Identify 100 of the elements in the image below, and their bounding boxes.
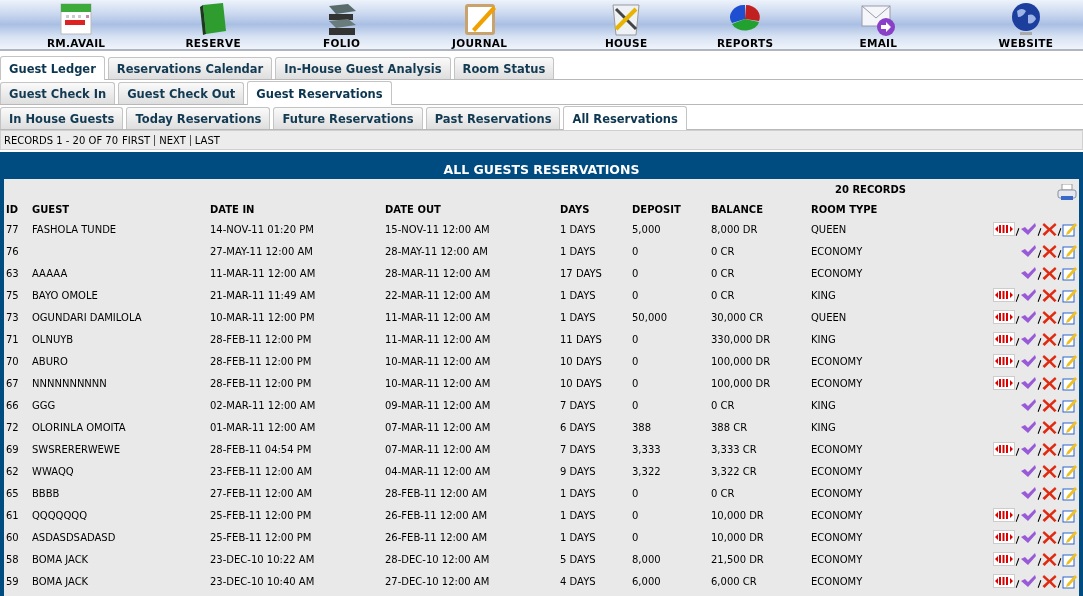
delete-icon[interactable] [1042, 287, 1057, 303]
exit-sign-icon[interactable] [993, 287, 1015, 303]
delete-icon[interactable] [1042, 221, 1057, 237]
pager-link[interactable]: LAST [194, 134, 220, 146]
tab[interactable]: Guest Check In [0, 82, 116, 104]
table-cell: 1 DAYS [560, 531, 596, 543]
delete-icon[interactable] [1042, 331, 1057, 347]
table-cell: 75 [6, 289, 19, 301]
table-cell: 14-NOV-11 01:20 PM [210, 223, 314, 235]
edit-icon[interactable] [1062, 551, 1077, 567]
exit-sign-icon[interactable] [993, 309, 1015, 325]
delete-icon[interactable] [1042, 243, 1057, 259]
tab[interactable]: Future Reservations [273, 107, 423, 129]
exit-sign-icon[interactable] [993, 353, 1015, 369]
toolbar-button[interactable]: FOLIO [323, 37, 361, 49]
table-cell: 3,333 CR [711, 443, 757, 455]
edit-icon[interactable] [1062, 441, 1077, 457]
delete-icon[interactable] [1042, 441, 1057, 457]
table-cell: 28-FEB-11 12:00 AM [385, 487, 488, 499]
exit-sign-icon[interactable] [993, 331, 1015, 347]
toolbar-button[interactable]: EMAIL [859, 37, 898, 49]
check-icon[interactable] [1020, 310, 1037, 324]
table-cell: ECONOMY [811, 575, 863, 587]
tab[interactable]: Today Reservations [126, 107, 271, 129]
table-cell: ECONOMY [811, 355, 863, 367]
delete-icon[interactable] [1042, 309, 1057, 325]
exit-sign-icon[interactable] [993, 573, 1015, 589]
edit-icon[interactable] [1062, 397, 1077, 413]
tab[interactable]: Room Status [453, 57, 555, 79]
tab[interactable]: Guest Check Out [118, 82, 245, 104]
delete-icon[interactable] [1042, 529, 1057, 545]
tab[interactable]: All Reservations [563, 106, 687, 130]
check-icon[interactable] [1020, 486, 1037, 500]
tab[interactable]: Guest Reservations [247, 81, 392, 105]
edit-icon[interactable] [1062, 309, 1077, 325]
table-title: ALL GUESTS RESERVATIONS [4, 152, 1079, 179]
toolbar-button[interactable]: RESERVE [185, 37, 241, 49]
delete-icon[interactable] [1042, 463, 1057, 479]
pager-link[interactable]: NEXT [159, 134, 186, 146]
check-icon[interactable] [1020, 530, 1037, 544]
edit-icon[interactable] [1062, 353, 1077, 369]
tab[interactable]: Guest Ledger [0, 56, 105, 80]
tab[interactable]: Reservations Calendar [107, 57, 273, 79]
check-icon[interactable] [1020, 376, 1037, 390]
delete-icon[interactable] [1042, 375, 1057, 391]
exit-sign-icon[interactable] [993, 529, 1015, 545]
edit-icon[interactable] [1062, 265, 1077, 281]
check-icon[interactable] [1020, 244, 1037, 258]
check-icon[interactable] [1020, 398, 1037, 412]
exit-sign-icon[interactable] [993, 507, 1015, 523]
edit-icon[interactable] [1062, 573, 1077, 589]
printer-icon[interactable] [1057, 184, 1077, 201]
tab[interactable]: In House Guests [0, 107, 124, 129]
edit-icon[interactable] [1062, 243, 1077, 259]
check-icon[interactable] [1020, 574, 1037, 588]
edit-icon[interactable] [1062, 485, 1077, 501]
check-icon[interactable] [1020, 266, 1037, 280]
delete-icon[interactable] [1042, 551, 1057, 567]
edit-icon[interactable] [1062, 375, 1077, 391]
exit-sign-icon[interactable] [993, 375, 1015, 391]
pager-link[interactable]: FIRST [122, 134, 151, 146]
table-cell: KING [811, 289, 836, 301]
check-icon[interactable] [1020, 288, 1037, 302]
check-icon[interactable] [1020, 332, 1037, 346]
table-cell: 71 [6, 333, 19, 345]
exit-sign-icon[interactable] [993, 221, 1015, 237]
delete-icon[interactable] [1042, 265, 1057, 281]
delete-icon[interactable] [1042, 397, 1057, 413]
tab[interactable]: Past Reservations [425, 107, 561, 129]
table-cell: 28-FEB-11 12:00 PM [210, 333, 312, 345]
edit-icon[interactable] [1062, 331, 1077, 347]
delete-icon[interactable] [1042, 485, 1057, 501]
check-icon[interactable] [1020, 222, 1037, 236]
toolbar-button[interactable]: RM.AVAIL [46, 37, 106, 49]
exit-sign-icon[interactable] [993, 441, 1015, 457]
delete-icon[interactable] [1042, 353, 1057, 369]
check-icon[interactable] [1020, 508, 1037, 522]
edit-icon[interactable] [1062, 529, 1077, 545]
check-icon[interactable] [1020, 442, 1037, 456]
check-icon[interactable] [1020, 552, 1037, 566]
edit-icon[interactable] [1062, 507, 1077, 523]
edit-icon[interactable] [1062, 463, 1077, 479]
toolbar-button[interactable]: JOURNAL [452, 37, 508, 49]
delete-icon[interactable] [1042, 573, 1057, 589]
toolbar-button[interactable]: REPORTS [717, 37, 774, 49]
toolbar-button[interactable]: HOUSE [604, 37, 648, 49]
exit-sign-icon[interactable] [993, 551, 1015, 567]
delete-icon[interactable] [1042, 419, 1057, 435]
check-icon[interactable] [1020, 354, 1037, 368]
edit-icon[interactable] [1062, 287, 1077, 303]
edit-icon[interactable] [1062, 419, 1077, 435]
table-cell: 21-MAR-11 11:49 AM [210, 289, 316, 301]
toolbar-button[interactable]: WEBSITE [998, 37, 1054, 49]
edit-icon[interactable] [1062, 221, 1077, 237]
tab[interactable]: In-House Guest Analysis [275, 57, 451, 79]
check-icon[interactable] [1020, 420, 1037, 434]
table-cell: 0 [632, 267, 639, 279]
table-cell: 0 CR [711, 267, 735, 279]
delete-icon[interactable] [1042, 507, 1057, 523]
check-icon[interactable] [1020, 464, 1037, 478]
